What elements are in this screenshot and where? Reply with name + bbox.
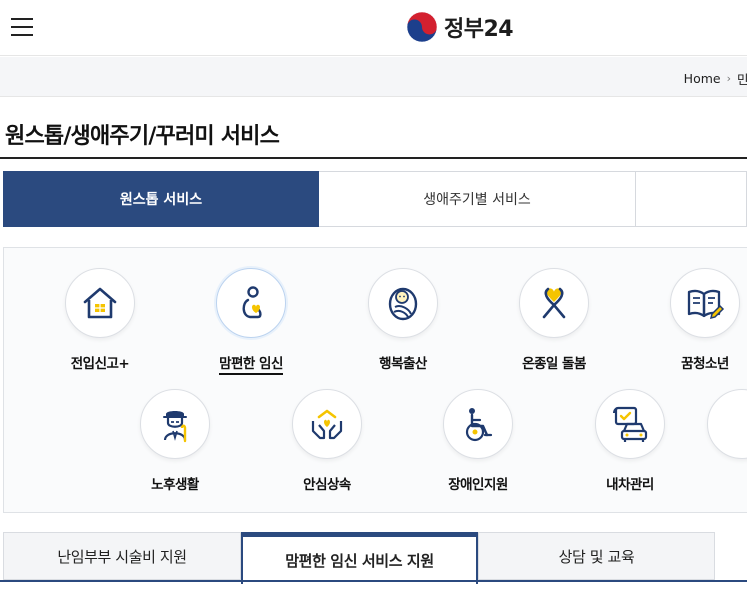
breadcrumb-bar: Home › 민 [0, 57, 747, 97]
service-label: 온종일 돌봄 [522, 356, 586, 372]
book-pencil-icon [687, 289, 725, 320]
service-label: 맘편한 임신 [219, 352, 283, 375]
house-icon [83, 287, 117, 319]
service-label: 노후생활 [151, 477, 199, 493]
service-icon-circle [670, 268, 740, 338]
service-label: 장애인지원 [448, 477, 508, 493]
service-move-in-report[interactable]: 전입신고+ [40, 268, 160, 372]
service-retirement-life[interactable]: 노후생활 [115, 389, 235, 493]
service-icon-circle [707, 389, 747, 459]
service-label: 안심상속 [303, 477, 351, 493]
subtab-counseling-education[interactable]: 상담 및 교육 [478, 532, 715, 580]
service-icon-circle [368, 268, 438, 338]
logo-text: 정부24 [444, 17, 514, 42]
car-document-icon [613, 406, 648, 442]
elder-icon [163, 411, 187, 443]
pregnancy-icon [242, 286, 262, 319]
ribbon-heart-icon [542, 287, 566, 319]
service-type-tabs: 원스톱 서비스 생애주기별 서비스 [3, 171, 747, 227]
service-label: 행복출산 [379, 356, 427, 372]
service-icon-circle [519, 268, 589, 338]
service-car-management[interactable]: 내차관리 [570, 389, 690, 493]
sub-service-tabs: 난임부부 시술비 지원 맘편한 임신 서비스 지원 상담 및 교육 [3, 532, 747, 584]
subtab-infertility-support[interactable]: 난임부부 시술비 지원 [3, 532, 241, 580]
service-icon-circle [443, 389, 513, 459]
onestop-service-panel: 전입신고+ 맘편한 임신 행복출산 온종일 돌봄 꿈청소년 노후생활 안심상속 … [3, 247, 747, 513]
tab-onestop[interactable]: 원스톱 서비스 [3, 171, 319, 227]
subtab-easy-pregnancy-support[interactable]: 맘편한 임신 서비스 지원 [241, 532, 478, 584]
site-logo[interactable]: 정부24 [406, 10, 514, 44]
service-icon-circle [140, 389, 210, 459]
service-icon-circle [65, 268, 135, 338]
chevron-right-icon: › [726, 72, 731, 85]
wheelchair-icon [465, 408, 493, 442]
hamburger-menu-icon[interactable] [11, 17, 33, 37]
top-header: 정부24 [0, 0, 747, 56]
service-partial-next[interactable] [707, 389, 747, 459]
service-icon-circle [595, 389, 665, 459]
service-icon-circle [292, 389, 362, 459]
title-divider [0, 157, 747, 159]
service-disability-support[interactable]: 장애인지원 [418, 389, 538, 493]
breadcrumb-home-link[interactable]: Home [684, 71, 721, 86]
service-icon-circle [216, 268, 286, 338]
subtab-underline [0, 580, 747, 582]
baby-icon [388, 287, 418, 321]
service-dream-youth[interactable]: 꿈청소년 [645, 268, 747, 372]
service-label: 내차관리 [606, 477, 654, 493]
service-label: 꿈청소년 [681, 356, 729, 372]
tab-package[interactable] [636, 171, 747, 227]
hands-house-icon [311, 409, 343, 440]
service-happy-birth[interactable]: 행복출산 [343, 268, 463, 372]
tab-lifecycle[interactable]: 생애주기별 서비스 [319, 171, 636, 227]
service-easy-pregnancy[interactable]: 맘편한 임신 [191, 268, 311, 375]
taegeuk-emblem-icon [406, 11, 438, 43]
service-label: 전입신고+ [70, 356, 130, 372]
page-title: 원스톱/생애주기/꾸러미 서비스 [5, 124, 280, 149]
breadcrumb-next-link[interactable]: 민 [737, 69, 747, 88]
service-safe-inheritance[interactable]: 안심상속 [267, 389, 387, 493]
service-all-day-care[interactable]: 온종일 돌봄 [494, 268, 614, 372]
breadcrumb: Home › 민 [684, 69, 747, 88]
